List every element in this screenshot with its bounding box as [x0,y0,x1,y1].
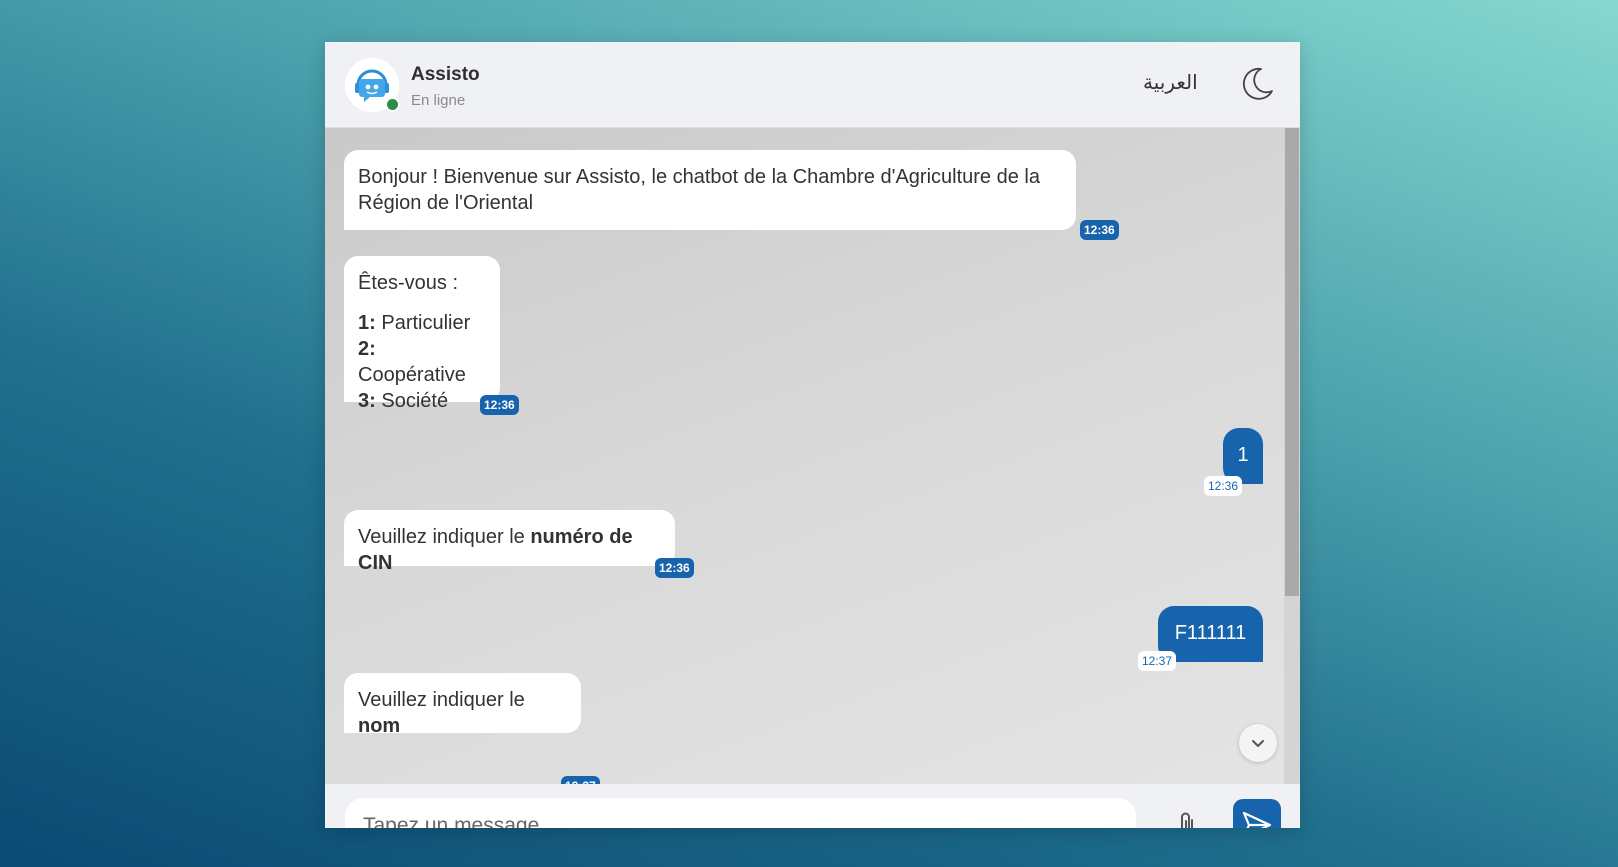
bot-message: Veuillez indiquer le nom [344,673,581,737]
options-intro: Êtes-vous : [358,272,459,294]
send-button[interactable] [1233,799,1281,828]
message-time: 12:37 [1138,651,1177,671]
chat-header: Assisto En ligne العربية [325,42,1300,128]
scroll-down-button[interactable] [1239,724,1277,762]
chevron-down-icon [1252,740,1264,747]
option-number: 3: [358,390,376,412]
message-input[interactable] [345,798,1136,828]
message-time: 12:37 [561,776,600,784]
theme-toggle-button[interactable] [1237,64,1277,104]
online-status-dot [385,97,400,112]
bot-status: En ligne [411,92,466,109]
option-number: 2: [358,338,376,360]
send-icon [1242,811,1272,828]
option-number: 1: [358,312,376,334]
attach-button[interactable] [1170,808,1206,828]
scrollbar-track[interactable] [1284,128,1300,784]
language-toggle-button[interactable]: العربية [1143,70,1198,94]
chat-window: Assisto En ligne العربية Bonjour ! Bienv… [325,42,1300,828]
option-label: Particulier [375,312,471,334]
message-text: 1 [1237,444,1249,466]
bot-message-options: Êtes-vous : 1: Particulier 2: Coopérativ… [344,256,500,412]
message-text: Veuillez indiquer le [358,689,525,711]
message-time: 12:36 [1080,220,1119,240]
message-bold-text: nom [358,715,401,737]
message-text: F111111 [1174,622,1247,644]
moon-icon [1242,67,1273,100]
option-label: Société [375,390,449,412]
scrollbar-thumb[interactable] [1285,128,1299,596]
option-item: 3: Société [358,388,486,414]
bot-message: Bonjour ! Bienvenue sur Assisto, le chat… [344,150,1076,230]
option-item: 2: Coopérative [358,336,486,388]
message-text: Bonjour ! Bienvenue sur Assisto, le chat… [358,166,1040,214]
message-time: 12:36 [655,558,694,578]
message-list[interactable]: Bonjour ! Bienvenue sur Assisto, le chat… [325,128,1300,784]
composer-bar [325,784,1300,828]
option-label: Coopérative [358,364,466,386]
bot-message: Veuillez indiquer le numéro de CIN [344,510,675,574]
paperclip-icon [1181,812,1193,828]
message-time: 12:36 [480,395,519,415]
message-text: Veuillez indiquer le [358,526,531,548]
bot-name: Assisto [411,64,480,85]
option-item: 1: Particulier [358,310,486,336]
message-time: 12:36 [1204,476,1243,496]
